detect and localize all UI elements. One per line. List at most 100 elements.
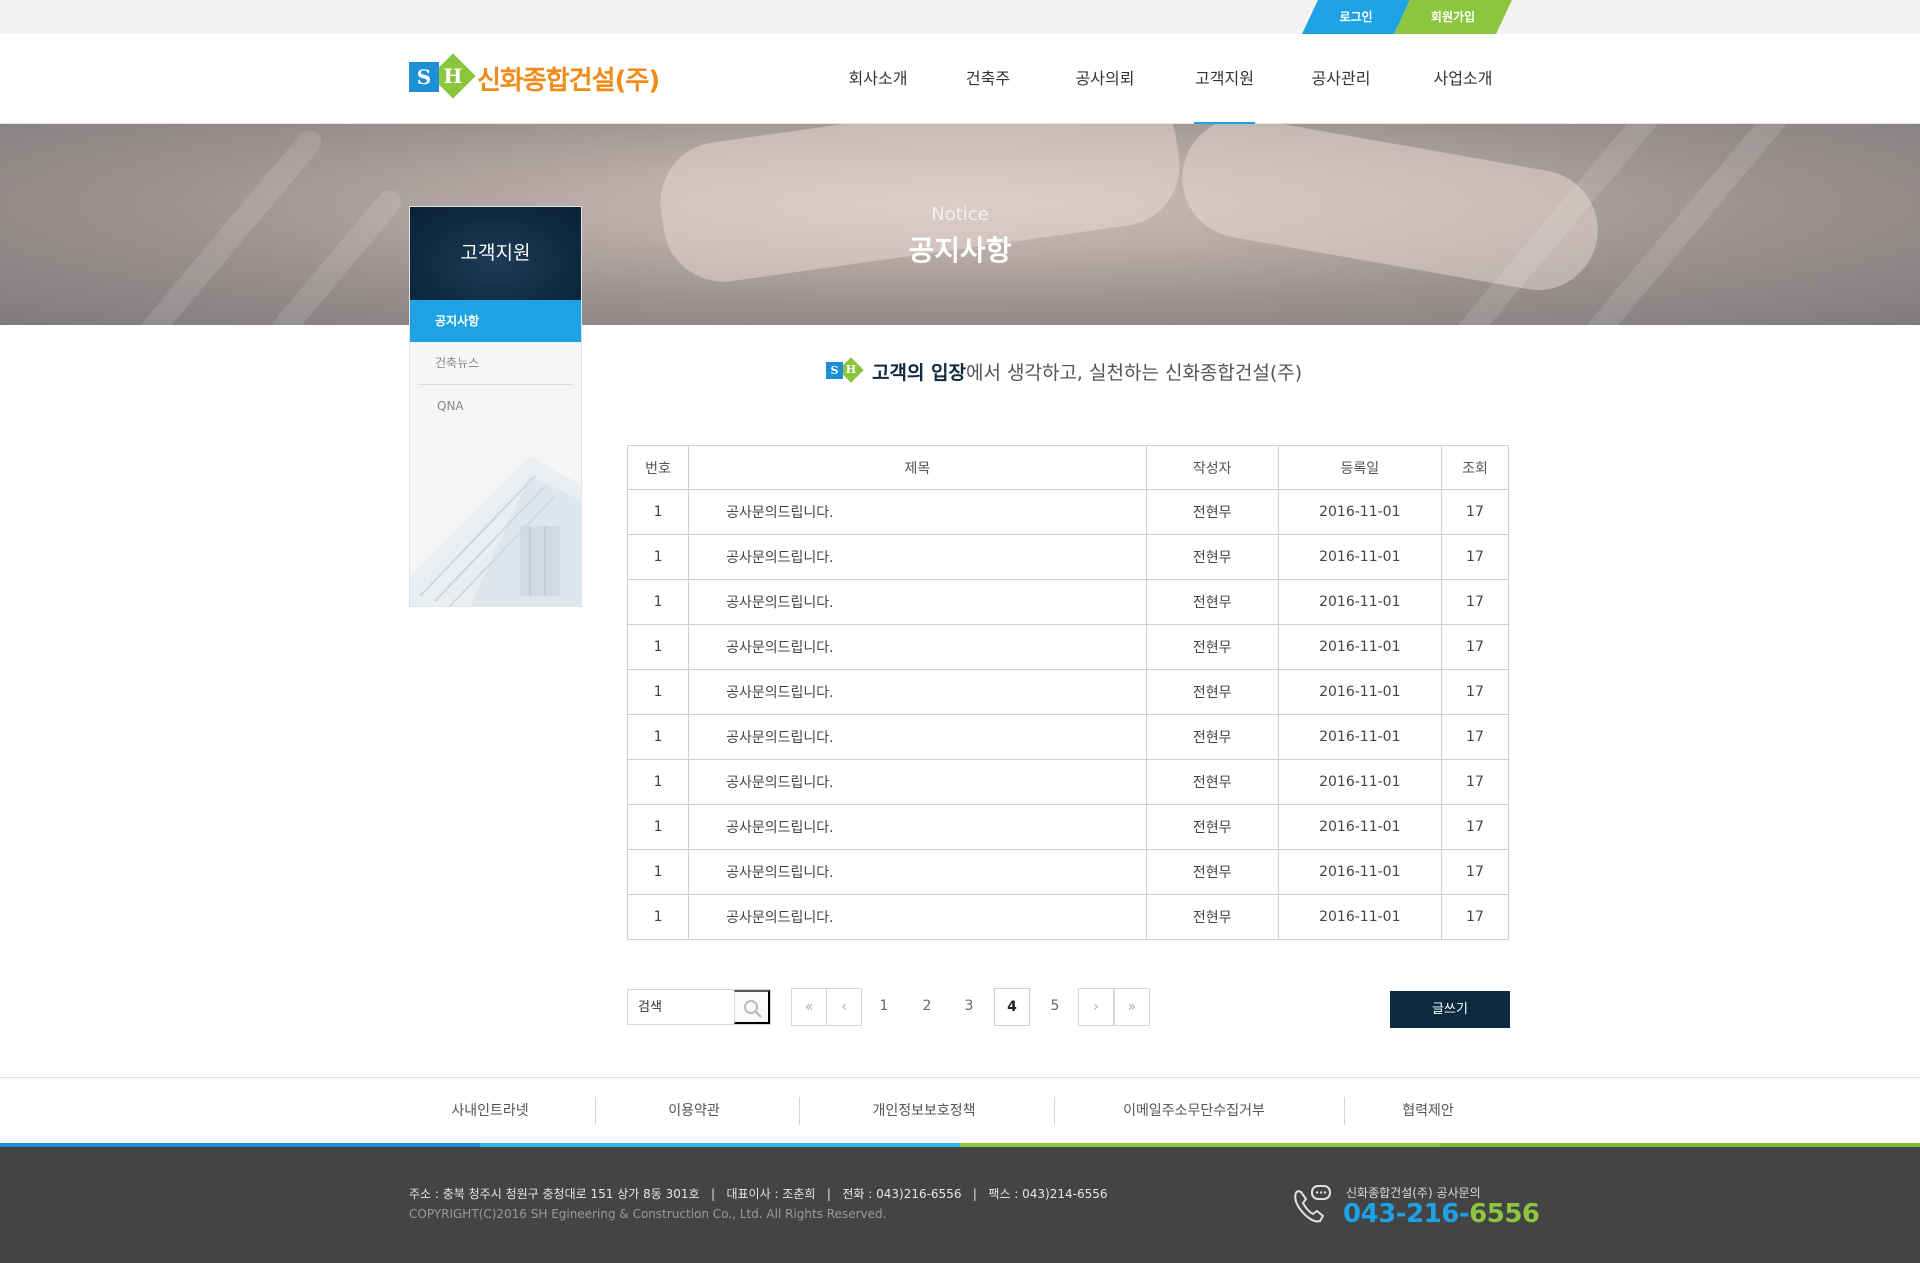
cell-title[interactable]: 공사문의드립니다. <box>688 804 1147 850</box>
banner-subtitle: Notice <box>931 204 989 225</box>
nav-management[interactable]: 공사관리 <box>1308 34 1374 124</box>
table-row[interactable]: 1 공사문의드립니다. 전현무 2016-11-01 17 <box>626 669 1510 715</box>
cell-views: 17 <box>1440 534 1510 580</box>
nav-support[interactable]: 고객지원 <box>1194 34 1255 125</box>
cell-date: 2016-11-01 <box>1277 759 1442 805</box>
table-header-row: 번호 제목 작성자 등록일 조회 <box>626 445 1510 490</box>
cell-number: 1 <box>626 489 690 535</box>
page-4-current[interactable]: 4 <box>994 988 1030 1026</box>
table-row[interactable]: 1 공사문의드립니다. 전현무 2016-11-01 17 <box>626 624 1510 670</box>
cell-title[interactable]: 공사문의드립니다. <box>688 534 1147 580</box>
cell-date: 2016-11-01 <box>1277 894 1442 940</box>
cell-title[interactable]: 공사문의드립니다. <box>688 579 1147 625</box>
sidebar-item-qna[interactable]: QNA <box>410 385 581 427</box>
cell-number: 1 <box>626 534 690 580</box>
cell-views: 17 <box>1440 579 1510 625</box>
last-page-button[interactable]: » <box>1114 988 1150 1026</box>
page-1[interactable]: 1 <box>866 988 902 1026</box>
cell-number: 1 <box>626 894 690 940</box>
footer-link-divider <box>1054 1097 1055 1125</box>
footer-link-email-policy[interactable]: 이메일주소무단수집거부 <box>1094 1078 1294 1144</box>
table-row[interactable]: 1 공사문의드립니다. 전현무 2016-11-01 17 <box>626 714 1510 760</box>
page-3[interactable]: 3 <box>951 988 987 1026</box>
table-row[interactable]: 1 공사문의드립니다. 전현무 2016-11-01 17 <box>626 489 1510 535</box>
footer-copyright: COPYRIGHT(C)2016 SH Egineering & Constru… <box>409 1207 887 1221</box>
page-5[interactable]: 5 <box>1037 988 1073 1026</box>
site-logo[interactable]: H S 신화종합건설(주) <box>409 53 660 102</box>
table-row[interactable]: 1 공사문의드립니다. 전현무 2016-11-01 17 <box>626 849 1510 895</box>
footer-link-privacy[interactable]: 개인정보보호정책 <box>834 1078 1014 1144</box>
search-button[interactable] <box>734 990 770 1024</box>
top-utility-bar: 로그인 회원가입 <box>0 0 1920 34</box>
logo-mark-h: H <box>443 64 463 88</box>
sidebar: 고객지원 공지사항 건축뉴스 QNA <box>409 206 582 607</box>
cell-title[interactable]: 공사문의드립니다. <box>688 489 1147 535</box>
cell-title[interactable]: 공사문의드립니다. <box>688 849 1147 895</box>
cell-views: 17 <box>1440 489 1510 535</box>
site-header: H S 신화종합건설(주) 회사소개 건축주 공사의뢰 고객지원 공사관리 사업… <box>0 34 1920 125</box>
sidebar-item-news[interactable]: 건축뉴스 <box>410 342 581 384</box>
search-icon <box>744 1000 762 1018</box>
footer-link-intranet[interactable]: 사내인트라넷 <box>420 1078 560 1144</box>
cell-title[interactable]: 공사문의드립니다. <box>688 759 1147 805</box>
cell-views: 17 <box>1440 849 1510 895</box>
cell-writer: 전현무 <box>1145 804 1279 850</box>
header-title: 제목 <box>688 445 1147 490</box>
cell-writer: 전현무 <box>1145 534 1279 580</box>
nav-company[interactable]: 회사소개 <box>846 34 910 124</box>
table-row[interactable]: 1 공사문의드립니다. 전현무 2016-11-01 17 <box>626 759 1510 805</box>
footer-link-terms[interactable]: 이용약관 <box>624 1078 764 1144</box>
page-banner: Notice 공지사항 <box>0 124 1920 325</box>
cell-views: 17 <box>1440 804 1510 850</box>
search-input[interactable] <box>628 990 736 1024</box>
banner-title: 공지사항 <box>908 234 1012 267</box>
cell-title[interactable]: 공사문의드립니다. <box>688 669 1147 715</box>
next-page-button[interactable]: › <box>1078 988 1114 1026</box>
cell-number: 1 <box>626 624 690 670</box>
table-row[interactable]: 1 공사문의드립니다. 전현무 2016-11-01 17 <box>626 534 1510 580</box>
prev-page-button[interactable]: ‹ <box>826 988 862 1026</box>
cell-title[interactable]: 공사문의드립니다. <box>688 624 1147 670</box>
cell-writer: 전현무 <box>1145 579 1279 625</box>
cell-number: 1 <box>626 849 690 895</box>
cell-date: 2016-11-01 <box>1277 624 1442 670</box>
cell-writer: 전현무 <box>1145 624 1279 670</box>
page-2[interactable]: 2 <box>909 988 945 1026</box>
nav-business[interactable]: 사업소개 <box>1428 34 1498 124</box>
cell-views: 17 <box>1440 714 1510 760</box>
header-views: 조회 <box>1440 445 1510 490</box>
logo-text: 신화종합건설(주) <box>477 65 660 96</box>
cell-date: 2016-11-01 <box>1277 579 1442 625</box>
cell-date: 2016-11-01 <box>1277 714 1442 760</box>
cell-number: 1 <box>626 714 690 760</box>
cell-writer: 전현무 <box>1145 849 1279 895</box>
footer-link-partnership[interactable]: 협력제안 <box>1378 1078 1478 1144</box>
slogan-strong: 고객의 입장 <box>872 361 967 384</box>
slogan: H S 고객의 입장 에서 생각하고, 실천하는 신화종합건설(주) <box>826 356 1302 386</box>
cell-views: 17 <box>1440 759 1510 805</box>
table-row[interactable]: 1 공사문의드립니다. 전현무 2016-11-01 17 <box>626 804 1510 850</box>
sidebar-title: 고객지원 <box>410 207 581 300</box>
join-link[interactable]: 회원가입 <box>1394 0 1512 34</box>
first-page-button[interactable]: « <box>791 988 827 1026</box>
cell-title[interactable]: 공사문의드립니다. <box>688 714 1147 760</box>
cell-date: 2016-11-01 <box>1277 534 1442 580</box>
search-box <box>627 989 771 1025</box>
footer-links: 사내인트라넷 이용약관 개인정보보호정책 이메일주소무단수집거부 협력제안 <box>0 1077 1920 1143</box>
write-button[interactable]: 글쓰기 <box>1390 991 1510 1028</box>
site-footer: 주소 : 충북 청주시 청원구 충청대로 151 상가 8동 301호 | 대표… <box>0 1147 1920 1263</box>
footer-address: 주소 : 충북 청주시 청원구 충청대로 151 상가 8동 301호 | 대표… <box>409 1187 1108 1201</box>
cell-views: 17 <box>1440 624 1510 670</box>
login-link[interactable]: 로그인 <box>1302 0 1410 34</box>
nav-request[interactable]: 공사의뢰 <box>1070 34 1140 124</box>
sidebar-item-notice[interactable]: 공지사항 <box>410 300 581 342</box>
nav-owner[interactable]: 건축주 <box>958 34 1018 124</box>
cell-title[interactable]: 공사문의드립니다. <box>688 894 1147 940</box>
header-number: 번호 <box>626 445 690 490</box>
cell-views: 17 <box>1440 894 1510 940</box>
table-row[interactable]: 1 공사문의드립니다. 전현무 2016-11-01 17 <box>626 579 1510 625</box>
footer-link-divider <box>595 1097 596 1125</box>
logo-mark-icon: H S <box>409 53 476 102</box>
header-writer: 작성자 <box>1145 445 1279 490</box>
table-row[interactable]: 1 공사문의드립니다. 전현무 2016-11-01 17 <box>626 894 1510 940</box>
